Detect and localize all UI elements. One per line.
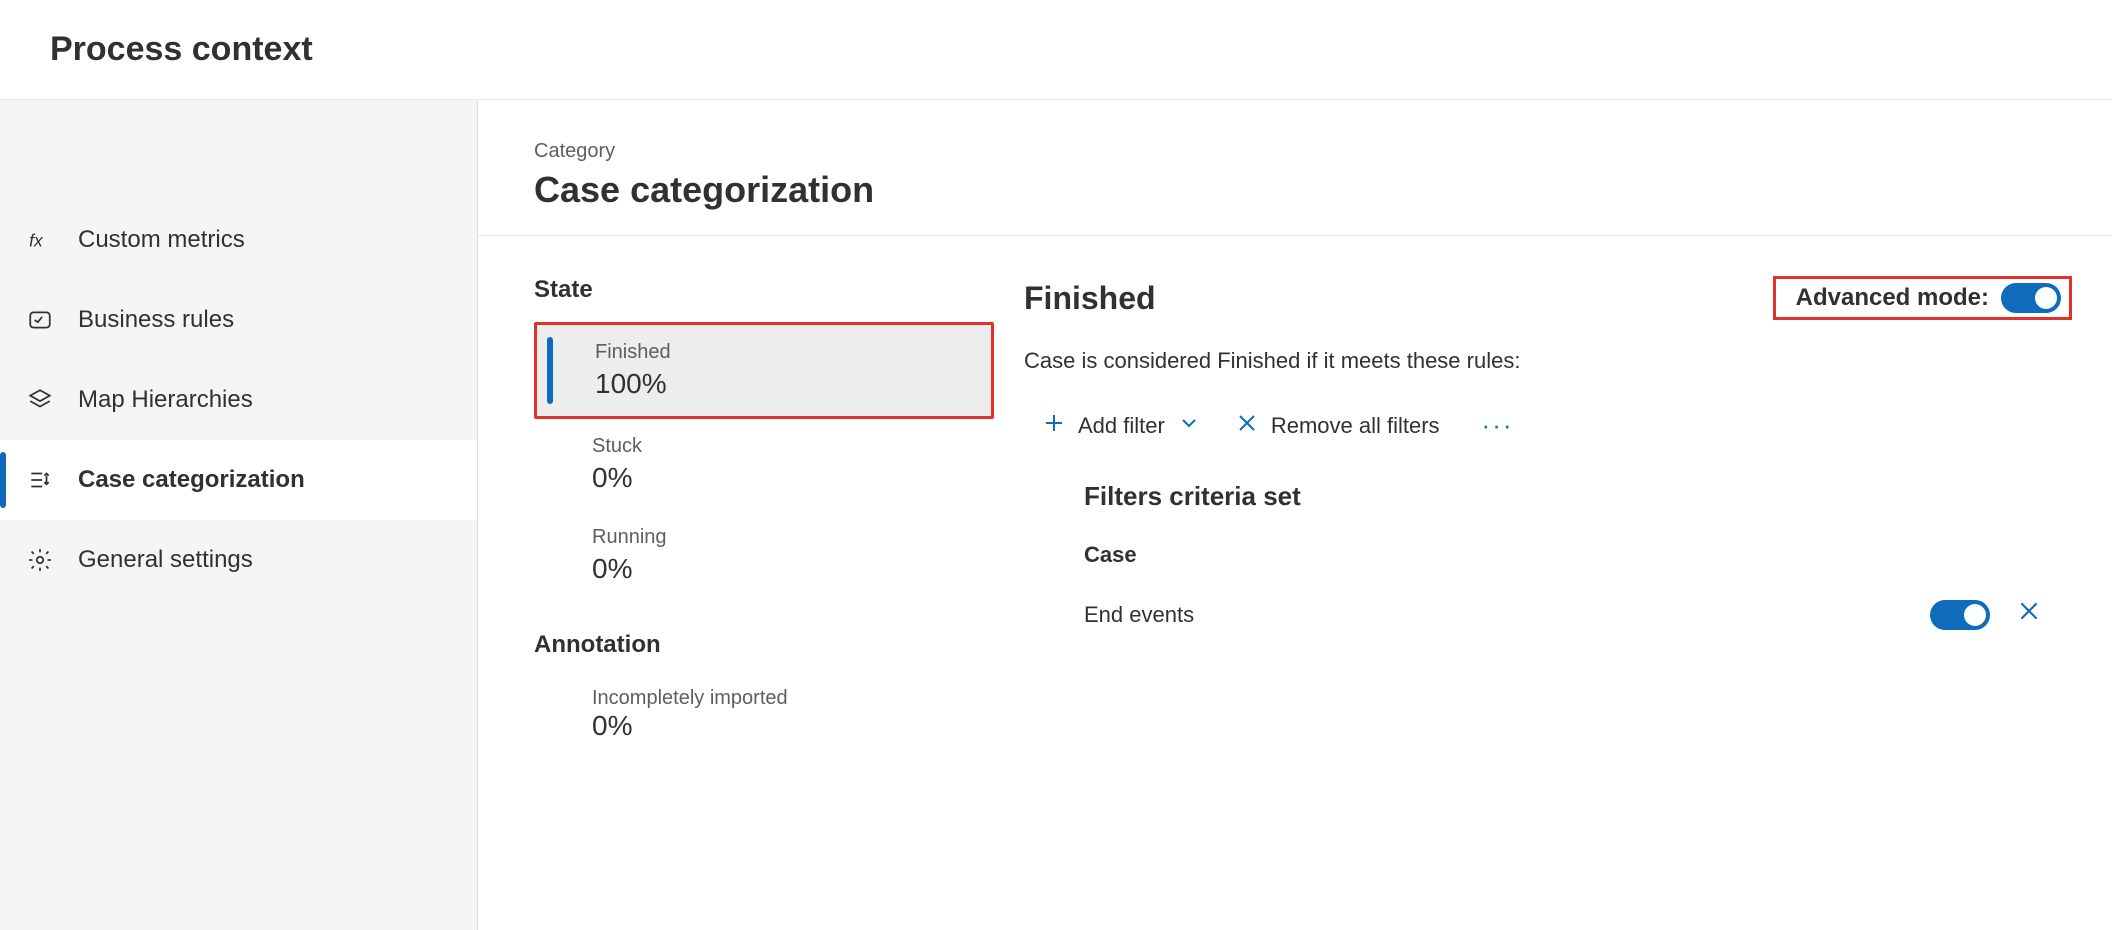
state-item-label: Stuck — [592, 435, 974, 458]
advanced-mode-toggle[interactable] — [2001, 283, 2061, 313]
advanced-mode-label: Advanced mode: — [1796, 284, 1989, 312]
categorization-icon — [26, 466, 54, 494]
fx-icon: fx — [26, 226, 54, 254]
sidebar-item-general-settings[interactable]: General settings — [0, 520, 477, 600]
page-header-title: Process context — [50, 30, 313, 69]
sidebar-item-case-categorization[interactable]: Case categorization — [0, 440, 477, 520]
layers-icon — [26, 386, 54, 414]
gear-icon — [26, 546, 54, 574]
remove-all-label: Remove all filters — [1271, 413, 1440, 439]
annotation-heading: Annotation — [534, 631, 994, 659]
more-actions-button[interactable]: ··· — [1474, 410, 1522, 441]
state-item-label: Finished — [595, 341, 971, 364]
detail-title: Finished — [1024, 280, 1156, 317]
add-filter-label: Add filter — [1078, 413, 1165, 439]
sidebar-item-label: General settings — [78, 546, 253, 574]
criteria-title: Filters criteria set — [1084, 481, 2072, 512]
state-item-running[interactable]: Running 0% — [534, 510, 994, 601]
hamburger-icon — [26, 130, 66, 170]
state-item-value: 0% — [592, 553, 974, 585]
x-icon — [1235, 411, 1259, 441]
sidebar-item-business-rules[interactable]: Business rules — [0, 280, 477, 360]
state-item-stuck[interactable]: Stuck 0% — [534, 419, 994, 510]
annotation-item-value: 0% — [592, 710, 974, 742]
criteria-group-label: Case — [1084, 542, 2072, 568]
state-item-value: 0% — [592, 462, 974, 494]
sidebar-item-custom-metrics[interactable]: fx Custom metrics — [0, 200, 477, 280]
annotation-item-incompletely-imported[interactable]: Incompletely imported 0% — [534, 677, 994, 752]
state-heading: State — [534, 276, 994, 304]
state-item-value: 100% — [595, 368, 971, 400]
rule-label: End events — [1084, 602, 1194, 628]
sidebar-item-label: Business rules — [78, 306, 234, 334]
add-filter-button[interactable]: Add filter — [1042, 411, 1201, 441]
hamburger-menu-button[interactable] — [26, 130, 66, 170]
sidebar-item-map-hierarchies[interactable]: Map Hierarchies — [0, 360, 477, 440]
detail-description: Case is considered Finished if it meets … — [1024, 348, 2072, 374]
chevron-down-icon — [1177, 411, 1201, 441]
state-item-finished[interactable]: Finished 100% — [534, 322, 994, 419]
rule-toggle-end-events[interactable] — [1930, 600, 1990, 630]
state-item-label: Running — [592, 526, 974, 549]
app-header: Process context — [0, 0, 2112, 100]
remove-all-filters-button[interactable]: Remove all filters — [1235, 411, 1440, 441]
svg-text:fx: fx — [29, 231, 44, 251]
category-label: Category — [534, 140, 2056, 163]
main-panel: Category Case categorization State Finis… — [478, 100, 2112, 930]
page-title: Case categorization — [534, 169, 2056, 211]
rule-remove-button[interactable] — [2016, 598, 2042, 631]
rules-icon — [26, 306, 54, 334]
advanced-mode-box: Advanced mode: — [1773, 276, 2072, 320]
sidebar-item-label: Case categorization — [78, 466, 305, 494]
rule-row-end-events: End events — [1084, 598, 2072, 631]
x-icon — [2016, 598, 2042, 624]
sidebar-item-label: Map Hierarchies — [78, 386, 253, 414]
sidebar: fx Custom metrics Business rules Map Hie… — [0, 100, 478, 930]
sidebar-item-label: Custom metrics — [78, 226, 245, 254]
plus-icon — [1042, 411, 1066, 441]
annotation-item-label: Incompletely imported — [592, 687, 974, 710]
